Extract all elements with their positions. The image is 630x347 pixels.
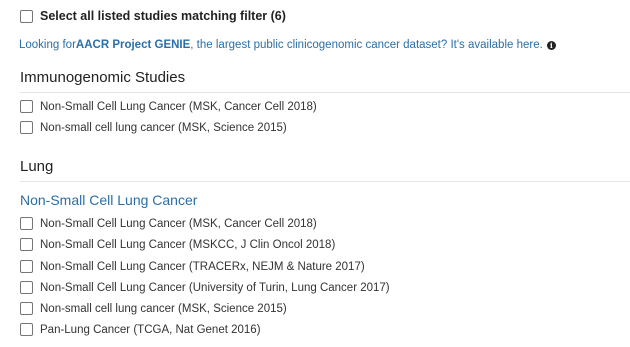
study-checkbox[interactable] bbox=[20, 217, 33, 230]
select-all-row[interactable]: Select all listed studies matching filte… bbox=[20, 9, 286, 23]
study-checkbox[interactable] bbox=[20, 238, 33, 251]
study-item[interactable]: Non-small cell lung cancer (MSK, Science… bbox=[20, 121, 287, 134]
section-title-immunogenomic: Immunogenomic Studies bbox=[20, 69, 186, 86]
study-item[interactable]: Pan-Lung Cancer (TCGA, Nat Genet 2016) bbox=[20, 323, 261, 336]
study-label: Non-small cell lung cancer (MSK, Science… bbox=[40, 121, 287, 134]
study-label: Non-Small Cell Lung Cancer (MSK, Cancer … bbox=[40, 217, 317, 230]
study-checkbox[interactable] bbox=[20, 121, 33, 134]
study-label: Non-Small Cell Lung Cancer (University o… bbox=[40, 281, 390, 294]
study-checkbox[interactable] bbox=[20, 100, 33, 113]
study-label: Non-Small Cell Lung Cancer (MSK, Cancer … bbox=[40, 100, 317, 113]
study-item[interactable]: Non-Small Cell Lung Cancer (TRACERx, NEJ… bbox=[20, 260, 365, 273]
section-title-lung: Lung bbox=[20, 158, 54, 175]
section-divider bbox=[20, 181, 630, 182]
study-checkbox[interactable] bbox=[20, 302, 33, 315]
study-item[interactable]: Non-Small Cell Lung Cancer (MSKCC, J Cli… bbox=[20, 238, 335, 251]
genie-banner[interactable]: Looking for AACR Project GENIE , the lar… bbox=[19, 39, 556, 51]
study-checkbox[interactable] bbox=[20, 260, 33, 273]
study-item[interactable]: Non-Small Cell Lung Cancer (MSK, Cancer … bbox=[20, 217, 317, 230]
subsection-title-nsclc[interactable]: Non-Small Cell Lung Cancer bbox=[20, 192, 197, 208]
study-checkbox[interactable] bbox=[20, 323, 33, 336]
study-checkbox[interactable] bbox=[20, 281, 33, 294]
select-all-checkbox[interactable] bbox=[20, 9, 33, 23]
study-item[interactable]: Non-small cell lung cancer (MSK, Science… bbox=[20, 302, 287, 315]
study-label: Non-Small Cell Lung Cancer (MSKCC, J Cli… bbox=[40, 238, 336, 251]
study-item[interactable]: Non-Small Cell Lung Cancer (University o… bbox=[20, 281, 390, 294]
select-all-label: Select all listed studies matching filte… bbox=[40, 9, 286, 23]
study-label: Non-Small Cell Lung Cancer (TRACERx, NEJ… bbox=[40, 260, 365, 273]
section-divider bbox=[20, 92, 630, 93]
genie-prefix: Looking for bbox=[19, 39, 76, 51]
genie-link[interactable]: AACR Project GENIE bbox=[76, 39, 190, 51]
study-label: Non-small cell lung cancer (MSK, Science… bbox=[40, 302, 287, 315]
info-icon[interactable]: i bbox=[546, 40, 556, 50]
study-item[interactable]: Non-Small Cell Lung Cancer (MSK, Cancer … bbox=[20, 100, 317, 113]
genie-suffix[interactable]: , the largest public clinicogenomic canc… bbox=[190, 39, 543, 51]
study-label: Pan-Lung Cancer (TCGA, Nat Genet 2016) bbox=[40, 323, 261, 336]
